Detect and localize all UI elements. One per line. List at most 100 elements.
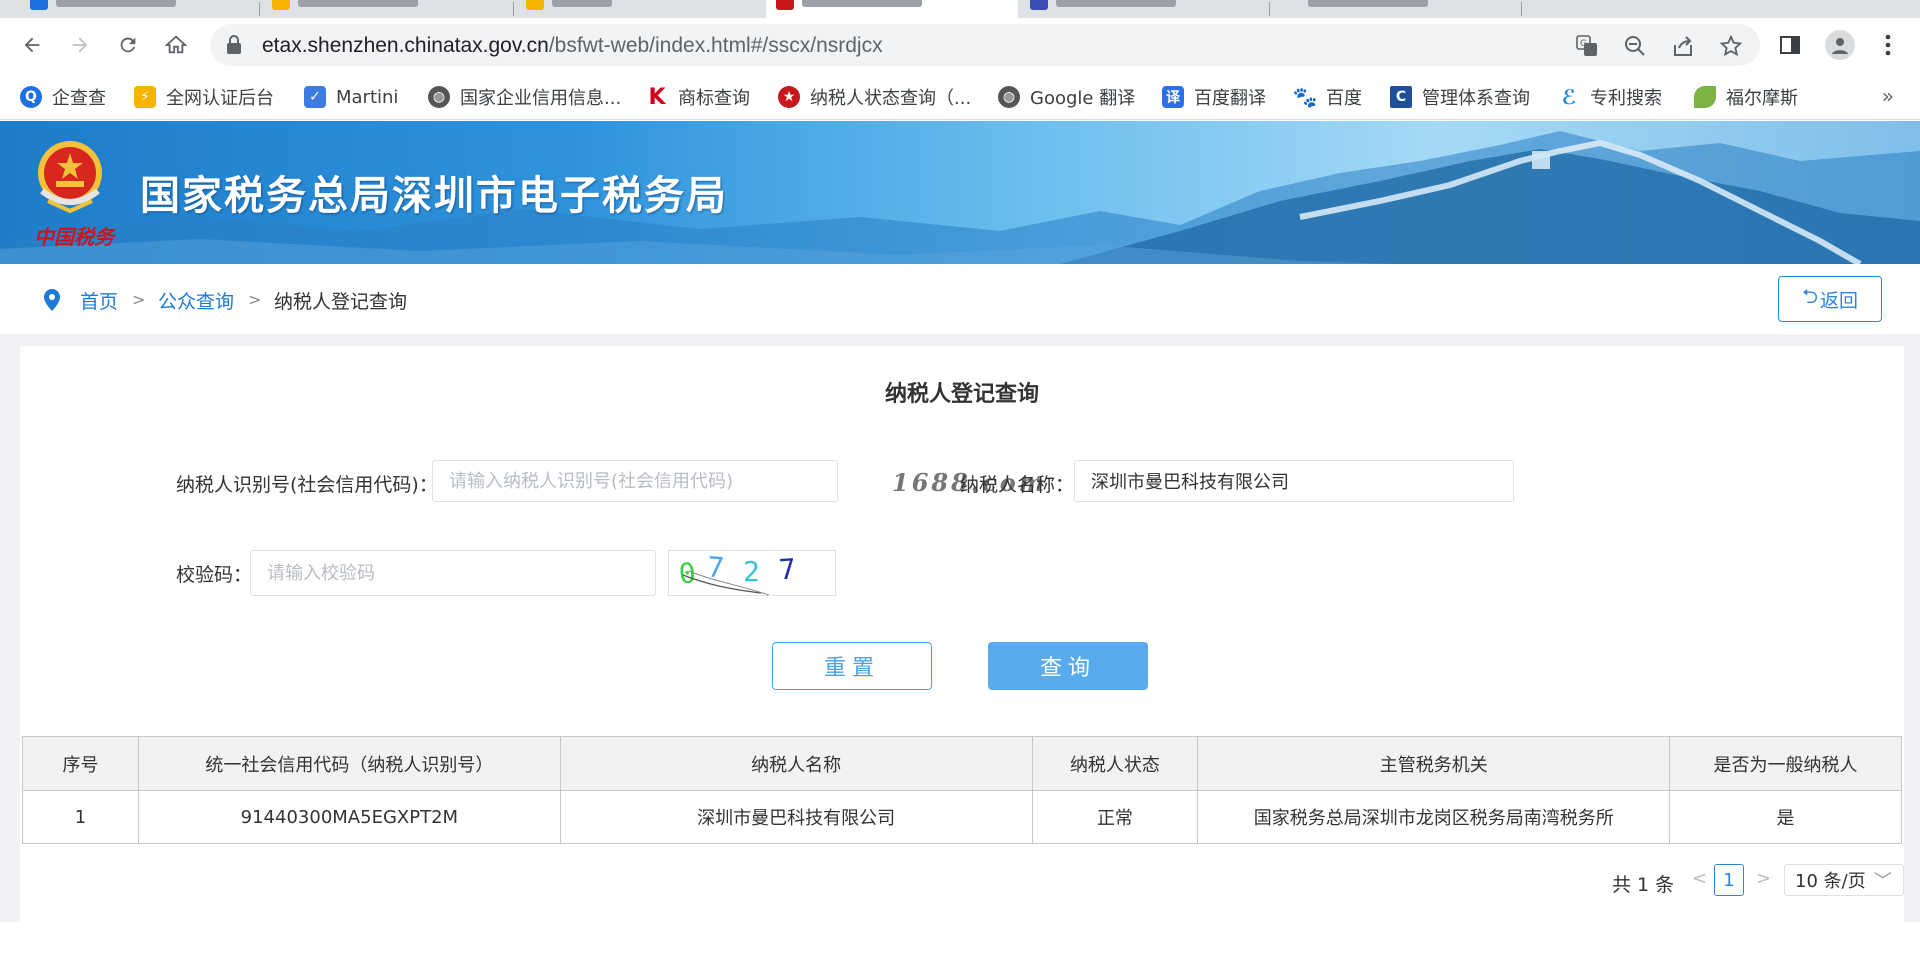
table-row: 1 91440300MA5EGXPT2M 深圳市曼巴科技有限公司 正常 国家税务… [22, 790, 1902, 844]
cell-general-taxpayer: 是 [1669, 790, 1902, 844]
baidu-paw-icon: 🐾 [1292, 85, 1318, 109]
share-icon[interactable] [1670, 33, 1696, 59]
captcha-digits: 0 7 2 7 [677, 550, 797, 596]
query-panel: 纳税人登记查询 纳税人识别号(社会信用代码)： 1688.com 纳税人名称： … [20, 346, 1904, 922]
browser-tab[interactable] [1272, 0, 1522, 18]
profile-icon [1825, 30, 1855, 60]
tab-separator [1521, 2, 1522, 16]
chevron-down-icon: ﹀ [1873, 871, 1892, 892]
bookmark-star-icon[interactable] [1718, 33, 1744, 59]
reset-button[interactable]: 重置 [772, 642, 932, 690]
home-icon[interactable] [158, 27, 194, 63]
breadcrumb: 首页 > 公众查询 > 纳税人登记查询 ⮌ 返回 [0, 264, 1920, 334]
address-bar[interactable]: etax.shenzhen.chinatax.gov.cn/bsfwt-web/… [210, 24, 1760, 66]
browser-tab-strip [0, 0, 1920, 18]
side-panel-icon[interactable] [1772, 27, 1808, 63]
translate-icon[interactable]: G [1574, 33, 1600, 59]
pagination-total: 共 1 条 [1612, 874, 1675, 896]
tab-title [1308, 0, 1428, 7]
tab-favicon-icon [1030, 0, 1048, 10]
taxpayer-name-input[interactable] [1074, 460, 1514, 502]
query-button[interactable]: 查询 [988, 642, 1148, 690]
bookmark-label: 管理体系查询 [1422, 88, 1530, 109]
captcha-label: 校验码： [176, 564, 253, 586]
tab-separator [513, 2, 514, 16]
back-button[interactable]: ⮌ 返回 [1778, 276, 1882, 322]
browser-tab[interactable] [516, 0, 766, 18]
taxpayer-name-label: 纳税人名称： [960, 474, 1075, 496]
bookmark-label: 福尔摩斯 [1726, 88, 1798, 109]
bookmark-item[interactable]: K 商标查询 [646, 84, 750, 110]
location-pin-icon [42, 288, 62, 316]
table-header-row: 序号 统一社会信用代码（纳税人识别号） 纳税人名称 纳税人状态 主管税务机关 是… [22, 736, 1902, 791]
page-gutter [1904, 346, 1920, 922]
page-title: 纳税人登记查询 [884, 382, 1039, 407]
cell-status: 正常 [1031, 790, 1199, 844]
bookmark-label: Martini [336, 86, 399, 108]
profile-avatar[interactable] [1822, 27, 1858, 63]
breadcrumb-public-query-link[interactable]: 公众查询 [158, 287, 234, 314]
tab-favicon-icon [526, 0, 544, 10]
bookmark-item[interactable]: ⚡ 全网认证后台 [134, 84, 274, 110]
reload-icon[interactable] [110, 27, 146, 63]
tax-emblem-icon: ★ [778, 86, 800, 108]
pagination-current-page[interactable]: 1 [1714, 864, 1744, 896]
pagination-prev-button[interactable]: < [1692, 868, 1707, 889]
breadcrumb-current: 纳税人登记查询 [274, 291, 408, 313]
tab-title [1056, 0, 1176, 7]
breadcrumb-home-link[interactable]: 首页 [80, 287, 118, 314]
bookmark-item[interactable]: ✓ Martini [304, 84, 398, 110]
browser-tab[interactable] [1020, 0, 1270, 18]
bookmark-item[interactable]: 福尔摩斯 [1694, 84, 1798, 110]
national-tax-emblem-icon [28, 135, 112, 219]
back-arrow-icon[interactable] [14, 27, 50, 63]
captcha-input[interactable] [250, 550, 656, 596]
column-header-tax-authority: 主管税务机关 [1197, 736, 1671, 791]
bookmark-label: 商标查询 [678, 88, 750, 109]
url-host: etax.shenzhen.chinatax.gov.cn [262, 34, 549, 57]
bookmark-item[interactable]: Q 企查查 [20, 84, 106, 110]
bookmark-label: 国家企业信用信息... [460, 88, 622, 109]
bookmark-item[interactable]: ℰ 专利搜索 [1558, 84, 1662, 110]
tin-input[interactable] [432, 460, 838, 502]
bookmark-label: 百度 [1326, 88, 1362, 109]
tin-label: 纳税人识别号(社会信用代码)： [176, 474, 438, 496]
bookmark-item[interactable]: ◍ Google 翻译 [998, 84, 1135, 110]
breadcrumb-separator: > [248, 290, 262, 309]
forward-arrow-icon[interactable] [62, 27, 98, 63]
browser-tab[interactable] [20, 0, 260, 18]
bookmark-label: Google 翻译 [1030, 88, 1136, 109]
bookmark-label: 全网认证后台 [166, 88, 274, 109]
column-header-general-taxpayer: 是否为一般纳税人 [1669, 736, 1902, 791]
browser-menu-icon[interactable] [1870, 27, 1906, 63]
captcha-image[interactable]: 0 7 2 7 [668, 550, 836, 596]
browser-tab-active[interactable] [766, 0, 1018, 18]
patent-icon: ℰ [1561, 85, 1577, 109]
emblem-caption: 中国税务 [34, 225, 114, 249]
page-size-select[interactable]: 10 条/页 ﹀ [1784, 864, 1904, 896]
bookmark-item[interactable]: 译百度翻译 [1162, 84, 1266, 110]
column-header-index: 序号 [22, 736, 139, 791]
bookmarks-more-icon[interactable]: » [1882, 84, 1894, 108]
zoom-out-icon[interactable] [1622, 33, 1648, 59]
bookmark-label: 百度翻译 [1194, 88, 1266, 109]
baidu-translate-icon: 译 [1162, 86, 1184, 108]
cert-backend-icon: ⚡ [134, 86, 156, 108]
cnas-icon: C [1390, 86, 1412, 108]
bookmark-label: 专利搜索 [1590, 88, 1662, 109]
cell-credit-code: 91440300MA5EGXPT2M [137, 790, 561, 844]
bookmark-item[interactable]: ★ 纳税人状态查询（... [778, 84, 971, 110]
lock-icon [226, 35, 242, 59]
globe-icon: ◍ [998, 86, 1020, 108]
svg-text:G: G [1580, 39, 1587, 49]
site-title: 国家税务总局深圳市电子税务局 [140, 173, 728, 219]
browser-tab[interactable] [262, 0, 514, 18]
pagination-next-button[interactable]: > [1756, 868, 1771, 889]
tab-title [298, 0, 418, 7]
results-table: 序号 统一社会信用代码（纳税人识别号） 纳税人名称 纳税人状态 主管税务机关 是… [22, 736, 1902, 844]
leaf-icon [1694, 86, 1716, 108]
bookmark-item[interactable]: ◍ 国家企业信用信息... [428, 84, 621, 110]
tab-favicon-icon [30, 0, 48, 10]
bookmark-item[interactable]: C 管理体系查询 [1390, 84, 1530, 110]
bookmark-item[interactable]: 🐾 百度 [1292, 84, 1362, 110]
